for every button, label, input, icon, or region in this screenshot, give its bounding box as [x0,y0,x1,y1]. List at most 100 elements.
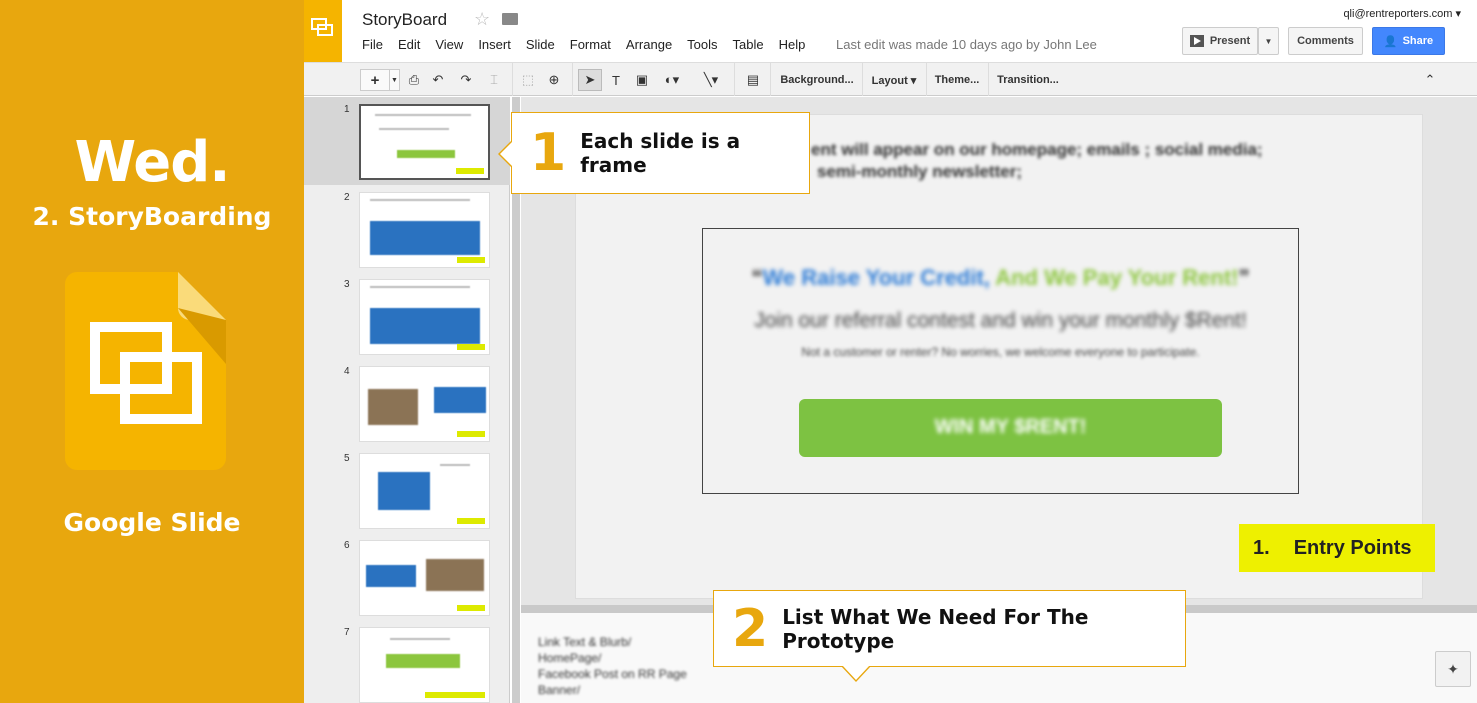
thumb-highlight [457,431,485,437]
thumb-highlight [457,344,485,350]
slides-home-icon[interactable] [304,0,342,62]
promo-headline-green: And We Pay Your Rent! [989,265,1239,290]
thumb-text [375,114,471,116]
promo-cta-button: WIN MY $RENT! [799,399,1222,457]
thumb-banner [370,221,480,255]
thumb-highlight [457,605,485,611]
menu-slide[interactable]: Slide [526,37,555,52]
undo-icon[interactable]: ↶ [428,69,448,91]
redo-icon[interactable]: ↷ [456,69,476,91]
promo-quote-open: “ [751,265,763,290]
callout-text: Each slide is a frame [580,129,741,177]
select-cursor-icon[interactable]: ➤ [578,69,602,91]
slide-heading: ent will appear on our homepage; emails … [811,139,1263,183]
entry-text: Entry Points [1293,536,1412,559]
slide-thumbnail[interactable] [359,540,490,616]
callout-number: 1 [530,123,567,183]
select-area-icon[interactable]: ⬚ [518,69,538,91]
shape-icon[interactable]: ◐▾ [656,69,688,91]
slide-number: 2 [344,192,350,203]
present-dropdown-button[interactable]: ▼ [1258,27,1279,55]
text-box-icon[interactable]: T [606,69,626,91]
slide-number: 6 [344,540,350,551]
slide-heading-line: ent will appear on our homepage; emails … [811,140,1263,159]
menu-bar: File Edit View Insert Slide Format Arran… [362,37,820,52]
promo-cta-label: WIN MY $RENT! [934,416,1087,438]
slide-number: 7 [344,627,350,638]
print-icon[interactable]: ⎙ [404,69,424,91]
comment-icon[interactable]: ▤ [742,69,764,91]
menu-edit[interactable]: Edit [398,37,420,52]
zoom-icon[interactable]: ⊕ [544,69,564,91]
share-button[interactable]: 👤 Share [1372,27,1445,55]
callout-prototype: 2 List What We Need For The Prototype [713,590,1186,682]
thumb-highlight [456,168,484,174]
collapse-toolbar-icon[interactable]: ⌃ [1420,69,1440,91]
menu-format[interactable]: Format [570,37,611,52]
menu-insert[interactable]: Insert [478,37,511,52]
promo-headline: “We Raise Your Credit, And We Pay Your R… [703,265,1298,291]
thumb-highlight [457,257,485,263]
section-label: 2. StoryBoarding [32,202,272,231]
app-name-label: Google Slide [63,508,241,537]
thumb-text [440,464,470,466]
explore-icon[interactable]: ✦ [1435,651,1471,687]
transition-button[interactable]: Transition... [992,69,1064,91]
new-slide-button[interactable]: + [360,69,390,91]
play-icon [1189,35,1204,47]
slide-thumbnail[interactable] [359,453,490,529]
slide-thumbnail[interactable] [359,366,490,442]
thumb-banner [378,472,430,510]
toolbar-divider [572,63,573,96]
thumb-photo [368,389,418,425]
toolbar: + ▼ ⎙ ↶ ↷ ⌶ ⬚ ⊕ ➤ T ▣ ◐▾ ╲▾ ▤ Background… [304,62,1477,96]
slide-thumbnail[interactable] [359,279,490,355]
new-slide-dropdown[interactable]: ▼ [390,69,400,91]
menu-table[interactable]: Table [733,37,764,52]
image-icon[interactable]: ▣ [632,69,652,91]
callout-number: 2 [732,598,769,659]
document-title[interactable]: StoryBoard [362,10,447,30]
toolbar-divider [862,63,863,96]
thumb-button [386,654,460,668]
menu-arrange[interactable]: Arrange [626,37,672,52]
menu-view[interactable]: View [435,37,463,52]
thumb-highlight [425,692,485,698]
promo-subheading: Join our referral contest and win your m… [754,309,1247,332]
layout-button[interactable]: Layout ▾ [866,69,922,91]
slide-number: 3 [344,279,350,290]
slide-number: 5 [344,453,350,464]
menu-tools[interactable]: Tools [687,37,717,52]
slide-filmstrip: 1 2 3 4 5 6 7 [304,97,510,703]
slide-number: 4 [344,366,350,377]
callout-frame: 1 Each slide is a frame [498,112,810,194]
paint-format-icon[interactable]: ⌶ [484,69,504,91]
notes-line: Link Text & Blurb/ [538,635,632,649]
toolbar-divider [988,63,989,96]
entry-number: 1. [1253,536,1270,559]
background-button[interactable]: Background... [774,69,860,91]
comments-button[interactable]: Comments [1288,27,1363,55]
left-panel: Wed. 2. StoryBoarding Google Slide [0,0,304,703]
notes-line: Banner/ [538,683,581,697]
thumb-text [379,128,449,130]
theme-button[interactable]: Theme... [930,69,984,91]
title-bar: StoryBoard ☆ File Edit View Insert Slide… [304,0,1477,62]
menu-file[interactable]: File [362,37,383,52]
slide-heading-line: semi-monthly newsletter; [817,162,1022,181]
slide-thumbnail[interactable] [359,627,490,703]
line-icon[interactable]: ╲▾ [694,69,728,91]
star-icon[interactable]: ☆ [474,9,490,30]
thumb-highlight [457,518,485,524]
promo-headline-blue: We Raise Your Credit, [762,265,990,290]
slide-thumbnail[interactable] [359,104,490,180]
thumb-text [370,199,470,201]
account-menu[interactable]: qli@rentreporters.com ▾ [1343,7,1461,20]
menu-help[interactable]: Help [779,37,806,52]
google-slides-logo-icon [65,272,226,470]
last-edit-link[interactable]: Last edit was made 10 days ago by John L… [836,37,1097,52]
notes-line: Facebook Post on RR Page [538,667,687,681]
slide-thumbnail[interactable] [359,192,490,268]
folder-icon[interactable] [502,13,518,25]
present-button[interactable]: Present [1182,27,1258,55]
